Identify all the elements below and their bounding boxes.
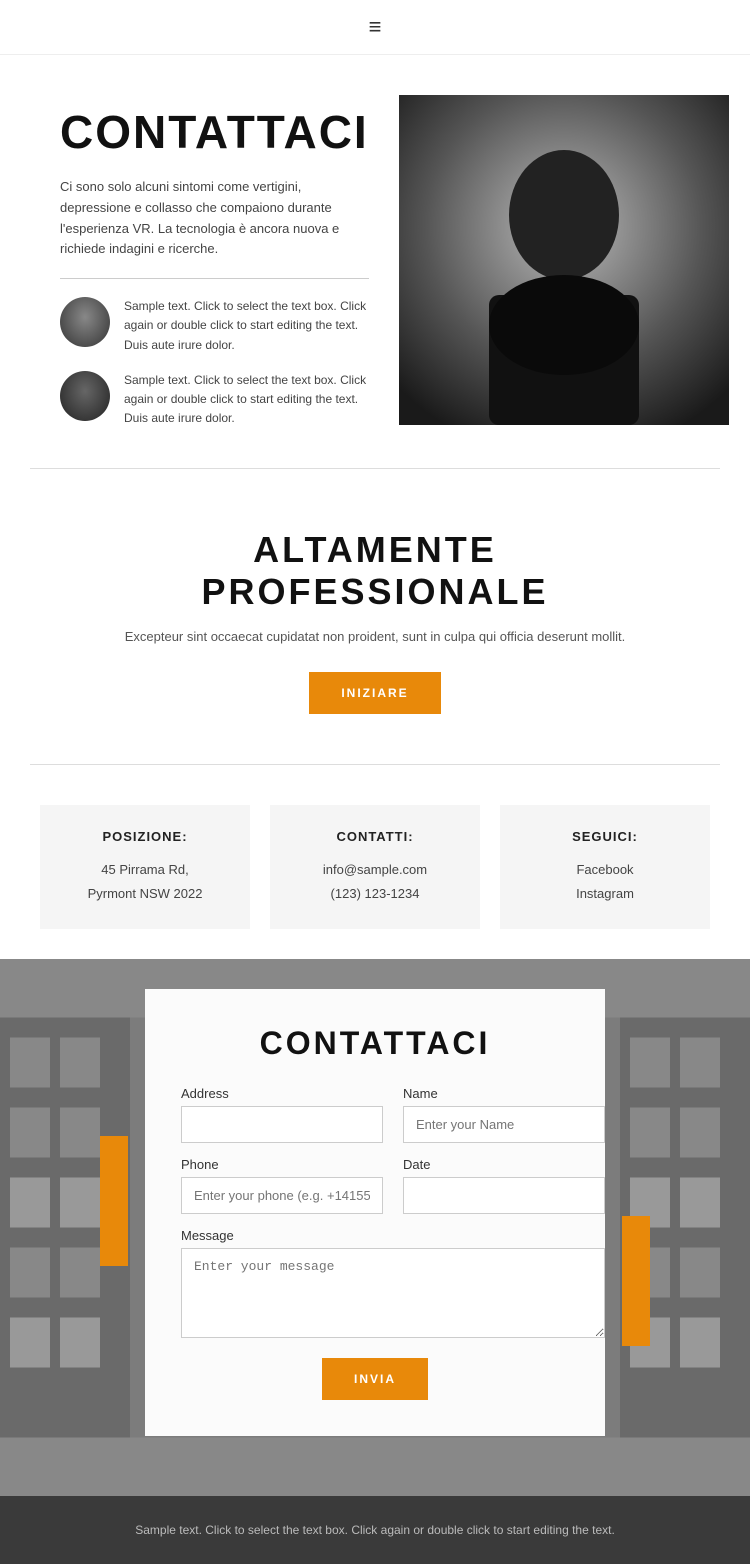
contacts-phone: (123) 123-1234 [290,882,460,905]
professional-title: ALTAMENTE PROFESSIONALE [90,529,660,613]
info-box-social: SEGUICI: Facebook Instagram [500,805,710,929]
hamburger-icon[interactable]: ≡ [369,14,382,40]
date-label: Date [403,1157,605,1172]
message-input[interactable] [181,1248,605,1338]
professional-description: Excepteur sint occaecat cupidatat non pr… [90,629,660,644]
section-professional: ALTAMENTE PROFESSIONALE Excepteur sint o… [30,468,720,765]
social-instagram[interactable]: Instagram [520,882,690,905]
info-box-contacts: CONTATTI: info@sample.com (123) 123-1234 [270,805,480,929]
submit-button[interactable]: INVIA [322,1358,428,1400]
message-field-group: Message [181,1228,605,1338]
contact-item-2: Sample text. Click to select the text bo… [60,371,369,429]
name-input[interactable] [403,1106,605,1143]
name-field-group: Name [403,1086,605,1143]
date-field-group: Date [403,1157,605,1214]
position-title: POSIZIONE: [60,829,230,844]
contacts-email: info@sample.com [290,858,460,881]
footer-text: Sample text. Click to select the text bo… [80,1520,670,1540]
address-field-group: Address [181,1086,383,1143]
section-contact-form: CONTATTACI Address Name Phone Date Messa… [0,959,750,1496]
footer: Sample text. Click to select the text bo… [0,1496,750,1564]
form-card: CONTATTACI Address Name Phone Date Messa… [145,989,605,1436]
avatar-2 [60,371,110,421]
phone-field-group: Phone [181,1157,383,1214]
contacts-title: CONTATTI: [290,829,460,844]
position-line2: Pyrmont NSW 2022 [60,882,230,905]
section1-description: Ci sono solo alcuni sintomi come vertigi… [60,177,369,279]
social-facebook[interactable]: Facebook [520,858,690,881]
contact-item-1: Sample text. Click to select the text bo… [60,297,369,355]
section-info-boxes: POSIZIONE: 45 Pirrama Rd, Pyrmont NSW 20… [0,775,750,959]
contact-text-2: Sample text. Click to select the text bo… [124,371,369,429]
section1-photo [399,95,729,425]
navbar: ≡ [0,0,750,55]
social-title: SEGUICI: [520,829,690,844]
orange-accent-right [622,1216,650,1346]
orange-accent-left [100,1136,128,1266]
start-button[interactable]: INIZIARE [309,672,440,714]
phone-label: Phone [181,1157,383,1172]
address-input[interactable] [181,1106,383,1143]
contact-text-1: Sample text. Click to select the text bo… [124,297,369,355]
section-contact-header: CONTATTACI Ci sono solo alcuni sintomi c… [0,55,750,468]
address-label: Address [181,1086,383,1101]
name-label: Name [403,1086,605,1101]
phone-input[interactable] [181,1177,383,1214]
info-box-position: POSIZIONE: 45 Pirrama Rd, Pyrmont NSW 20… [40,805,250,929]
avatar-1 [60,297,110,347]
form-title: CONTATTACI [181,1025,569,1062]
date-input[interactable] [403,1177,605,1214]
position-line1: 45 Pirrama Rd, [60,858,230,881]
main-title: CONTATTACI [60,105,369,159]
message-label: Message [181,1228,605,1243]
section1-left: CONTATTACI Ci sono solo alcuni sintomi c… [60,95,369,428]
